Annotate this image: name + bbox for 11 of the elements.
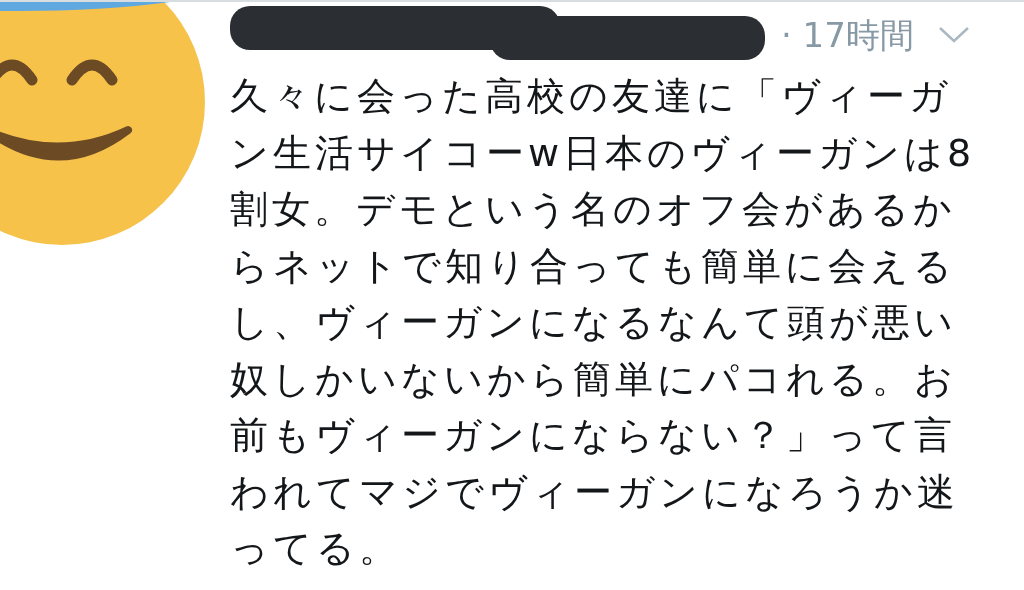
tweet-text-line: 前もヴィーガンにならない？」って言 bbox=[230, 412, 957, 459]
tweet-text-line: 奴しかいないから簡単にパコれる。お bbox=[230, 355, 958, 403]
tweet-text-line: し、ヴィーガンになるなんて頭が悪い bbox=[230, 299, 958, 346]
chevron-down-icon[interactable] bbox=[937, 25, 970, 45]
tweet-text-line: 割女。デモという名のオフ会があるか bbox=[230, 186, 957, 233]
tweet-text-line: ン生活サイコーw日本のヴィーガンは8 bbox=[230, 129, 977, 177]
tweet-text-line: われてマジでヴィーガンになろうか迷 bbox=[230, 468, 960, 516]
tweet-text-line: 久々に会った高校の友達に「ヴィーガ bbox=[230, 73, 953, 120]
timestamp[interactable]: · 17時間 bbox=[781, 9, 914, 61]
tweet-text-line: ってる。 bbox=[230, 525, 402, 572]
tweet-text-line: らネットで知り合っても簡単に会える bbox=[230, 242, 957, 290]
